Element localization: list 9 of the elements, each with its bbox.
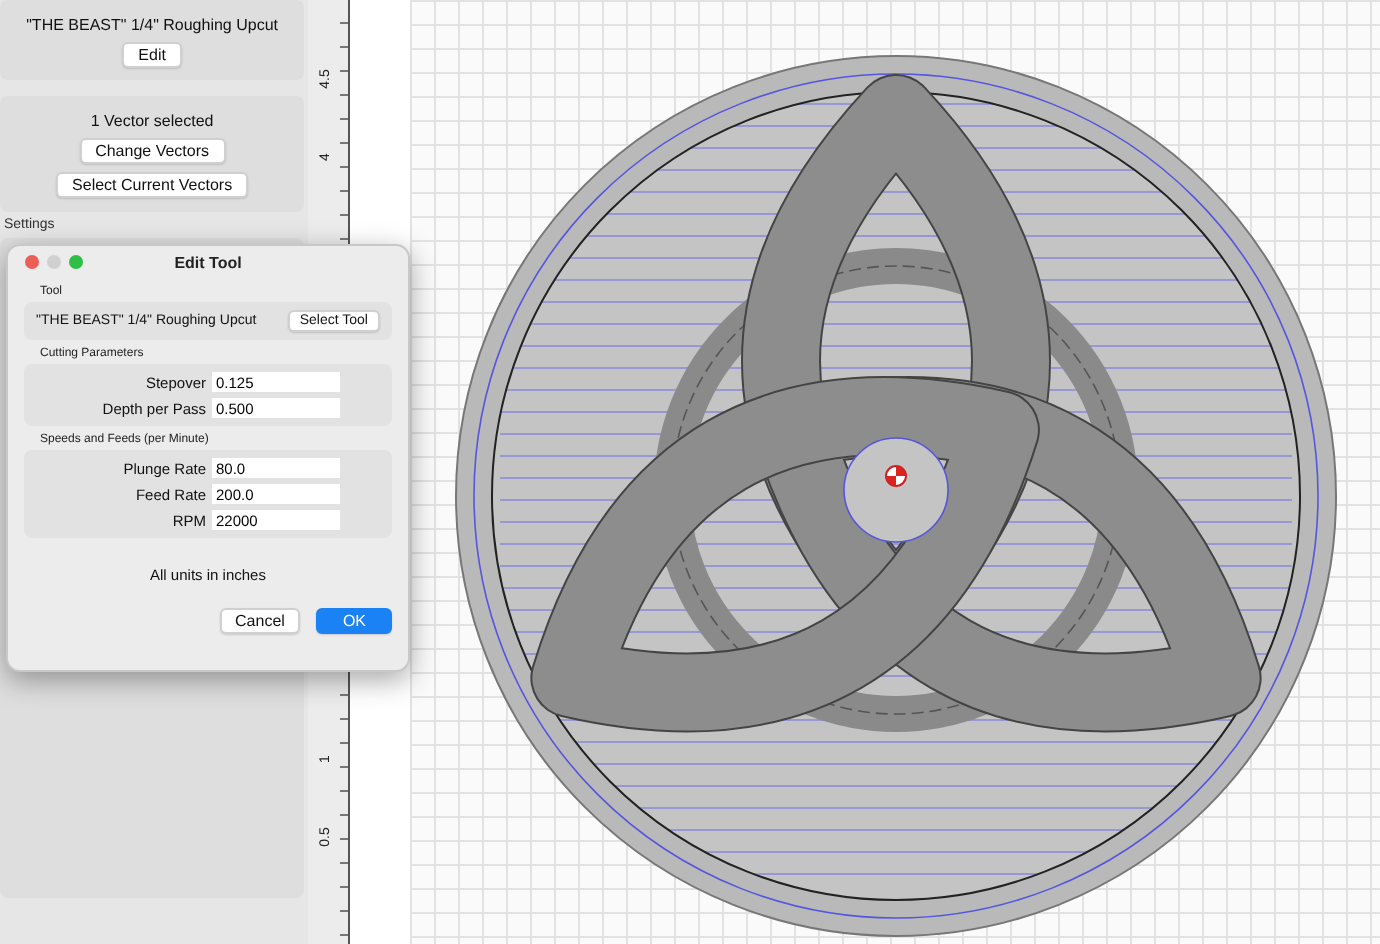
selection-status: 1 Vector selected [90,111,214,129]
edit-button[interactable]: Edit [122,42,182,68]
window-controls-icon[interactable] [24,254,84,270]
vector-button[interactable]: Select Current Vectors [56,171,249,197]
tool-name: "THE BEAST" 1/4" Roughing Upcut [26,16,279,34]
ok-button[interactable]: OK [316,608,392,634]
dialog-title: Edit Tool [174,253,242,271]
vector-button[interactable]: Change Vectors [79,137,226,163]
cancel-button[interactable]: Cancel [219,608,301,634]
